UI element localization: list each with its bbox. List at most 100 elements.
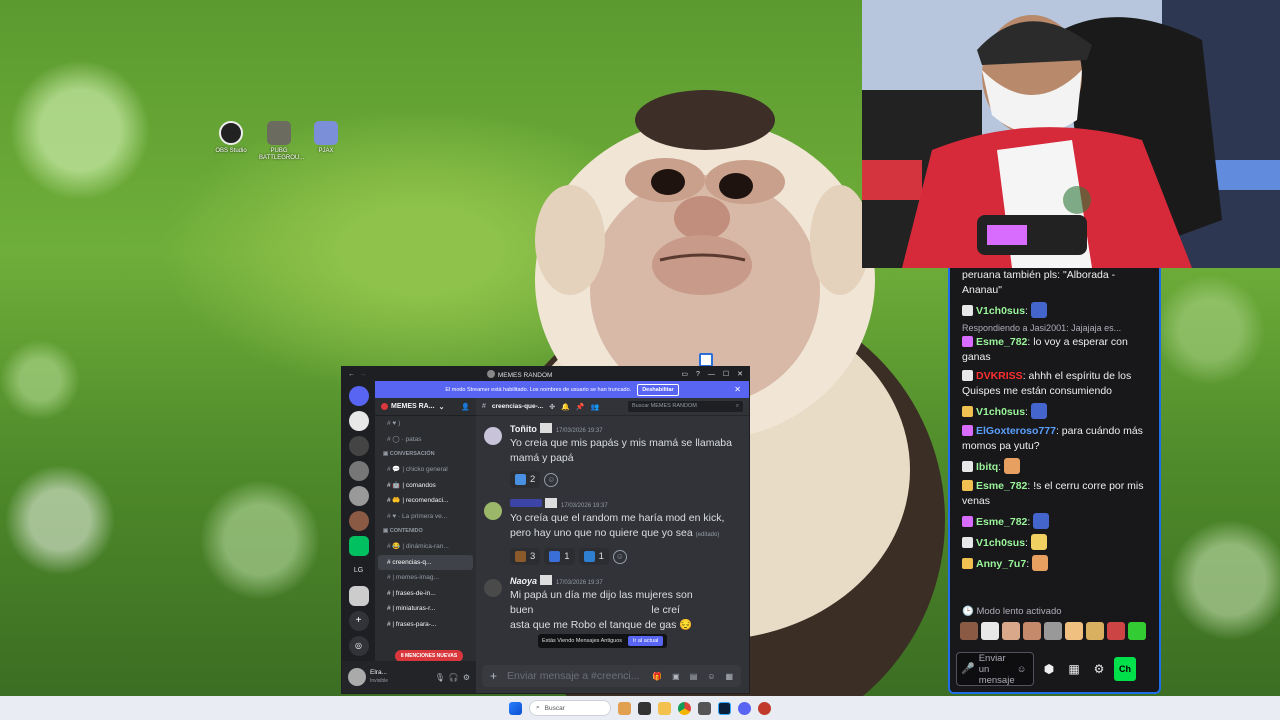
chat-username[interactable]: DVKRISS: [976, 370, 1023, 382]
inbox-icon[interactable]: ▭: [681, 370, 688, 378]
server-name-header[interactable]: MEMES RA... ⌄ 👤: [375, 398, 476, 416]
chat-username[interactable]: Esme_782: [976, 480, 1027, 492]
discover-icon[interactable]: ◎: [348, 636, 369, 656]
chrome-icon[interactable]: [678, 701, 691, 715]
search-input[interactable]: Buscar MEMES RANDOM ⌕: [628, 401, 743, 412]
close-icon[interactable]: ✕: [737, 370, 743, 378]
reaction-3[interactable]: 1: [578, 548, 609, 565]
apps-icon[interactable]: ▦: [725, 672, 733, 681]
server-icon-5[interactable]: [348, 511, 369, 531]
gif-icon[interactable]: ▣: [672, 672, 680, 681]
disable-streamer-mode-button[interactable]: Deshabilitar: [637, 383, 679, 396]
emote-9[interactable]: [1128, 622, 1146, 640]
windows-start-icon[interactable]: [509, 701, 522, 715]
channel-item[interactable]: # 💬 | chicko general: [375, 462, 476, 478]
widget-icon[interactable]: [618, 701, 631, 715]
channel-item[interactable]: # 🤖 | comandos: [375, 478, 476, 494]
discord-icon[interactable]: [738, 701, 751, 715]
server-icon-active[interactable]: [348, 586, 369, 606]
channel-category[interactable]: ▣ CONVERSACIÓN: [375, 447, 476, 462]
add-attachment-icon[interactable]: +: [490, 669, 497, 683]
file-explorer-icon[interactable]: [658, 701, 671, 715]
add-server-icon[interactable]: +: [348, 611, 369, 631]
banner-close-icon[interactable]: ✕: [734, 385, 741, 394]
channel-item[interactable]: # ♥ · La primera ve...: [375, 509, 476, 525]
emote-6[interactable]: [1065, 622, 1083, 640]
channel-category[interactable]: ▣ CONTENIDO: [375, 524, 476, 539]
avatar[interactable]: [348, 668, 366, 686]
chat-username[interactable]: V1ch0sus: [976, 537, 1025, 549]
desktop-icon-pubg[interactable]: PUBG BATTLEGROU...: [259, 121, 304, 162]
taskbar-search-input[interactable]: ⌕ Buscar: [529, 700, 611, 716]
settings-gear-icon[interactable]: ⚙: [463, 673, 470, 682]
jump-to-present-button[interactable]: Ir al actual: [628, 636, 664, 646]
server-icon-lg[interactable]: LG: [348, 561, 369, 581]
server-icon-2[interactable]: [348, 436, 369, 456]
gear-icon[interactable]: ⚙: [1089, 662, 1109, 676]
server-icon-3[interactable]: [348, 461, 369, 481]
photoshop-icon[interactable]: [718, 701, 731, 715]
mail-icon[interactable]: [698, 701, 711, 715]
channel-item[interactable]: # creencias-q...: [378, 554, 473, 570]
chat-username[interactable]: Ibitq: [976, 461, 998, 473]
avatar[interactable]: [484, 427, 502, 445]
emote-4[interactable]: [1023, 622, 1041, 640]
chat-username[interactable]: V1ch0sus: [976, 406, 1025, 418]
emoji-icon[interactable]: ☺: [707, 672, 715, 681]
add-reaction-icon[interactable]: ☺: [612, 549, 627, 564]
gift-icon[interactable]: 🎁: [652, 672, 662, 681]
pin-icon[interactable]: 📌: [576, 403, 585, 411]
threads-icon[interactable]: ✤: [549, 403, 555, 411]
bits-icon[interactable]: ⬢: [1039, 662, 1059, 676]
server-icon-4[interactable]: [348, 486, 369, 506]
bell-icon[interactable]: 🔔: [561, 403, 570, 411]
members-icon[interactable]: 👥: [591, 403, 600, 411]
back-arrow-icon[interactable]: ←: [348, 371, 355, 378]
chat-username[interactable]: Anny_7u7: [976, 558, 1026, 570]
channel-item[interactable]: # ◯ · patas: [375, 432, 476, 448]
avatar[interactable]: [484, 502, 502, 520]
message-composer[interactable]: + Enviar mensaje a #creenci... 🎁 ▣ ▤ ☺ ▦: [482, 665, 741, 687]
channel-item[interactable]: # | miniaturas-r...: [375, 601, 476, 617]
desktop-icon-pjax[interactable]: PJAX: [306, 121, 346, 155]
channel-item[interactable]: # | frases-para-...: [375, 617, 476, 633]
redacted-author-name[interactable]: [510, 499, 542, 507]
message-author[interactable]: Toñito: [510, 424, 537, 434]
server-icon-1[interactable]: [348, 411, 369, 431]
channel-item[interactable]: # 🤲 | recomendaci...: [375, 493, 476, 509]
task-view-icon[interactable]: [638, 701, 651, 715]
channel-item[interactable]: # | frases-de-in...: [375, 586, 476, 602]
chat-username[interactable]: V1ch0sus: [976, 305, 1025, 317]
user-name[interactable]: Elra... Invisible: [370, 669, 431, 685]
reaction-1[interactable]: 3: [510, 548, 541, 565]
channel-item[interactable]: # 😂 | dinámica-ran...: [375, 539, 476, 555]
channel-item[interactable]: # ♥ ): [375, 416, 476, 432]
add-member-icon[interactable]: 👤: [461, 403, 470, 411]
reaction-2[interactable]: 1: [544, 548, 575, 565]
emote-1[interactable]: [960, 622, 978, 640]
emote-8[interactable]: [1107, 622, 1125, 640]
microphone-icon[interactable]: 🎙: [435, 673, 445, 682]
message-input[interactable]: Enviar mensaje a #creenci...: [507, 670, 642, 682]
microphone-icon[interactable]: 🎤: [961, 663, 975, 675]
emote-5[interactable]: [1044, 622, 1062, 640]
desktop-icon-obs[interactable]: OBS Studio: [211, 121, 251, 155]
chat-username[interactable]: Esme_782: [976, 516, 1027, 528]
chat-send-button[interactable]: Ch: [1114, 657, 1136, 681]
emoji-icon[interactable]: ☺: [1017, 664, 1027, 675]
maximize-icon[interactable]: ☐: [723, 370, 729, 378]
headphones-icon[interactable]: 🎧: [449, 673, 459, 682]
sticker-icon[interactable]: ▤: [690, 672, 698, 681]
emote-7[interactable]: [1086, 622, 1104, 640]
help-icon[interactable]: ?: [696, 371, 700, 378]
chat-username[interactable]: ElGoxteroso777: [976, 425, 1056, 437]
store-icon[interactable]: ▦: [1064, 662, 1084, 676]
emote-3[interactable]: [1002, 622, 1020, 640]
small-window-icon[interactable]: [699, 353, 713, 367]
message-author[interactable]: Naoya: [510, 576, 537, 586]
minimize-icon[interactable]: —: [708, 371, 715, 378]
chat-message-input[interactable]: 🎤 Enviar un mensaje ☺: [956, 652, 1034, 686]
avatar[interactable]: [484, 579, 502, 597]
add-reaction-icon[interactable]: ☺: [544, 472, 559, 487]
chat-username[interactable]: Esme_782: [976, 336, 1027, 348]
